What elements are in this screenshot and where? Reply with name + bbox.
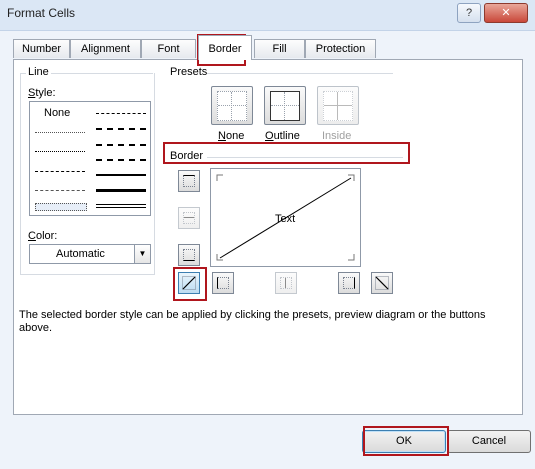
line-style-dash-dot-dot[interactable]	[35, 171, 85, 172]
line-style-medium-dash-dot[interactable]	[96, 144, 146, 146]
preset-none-icon	[217, 91, 247, 121]
border-left-icon	[217, 277, 229, 289]
diagonal-up-icon	[182, 276, 196, 290]
line-style-hair[interactable]	[35, 132, 85, 133]
preset-none-button[interactable]	[211, 86, 253, 125]
border-right-button[interactable]	[338, 272, 360, 294]
help-button[interactable]: ?	[457, 3, 481, 23]
border-label: Border	[168, 150, 206, 162]
ok-button[interactable]: OK	[362, 430, 446, 453]
preset-outline-label: Outline	[265, 130, 300, 142]
border-bottom-button[interactable]	[178, 244, 200, 266]
close-button[interactable]: ✕	[484, 3, 528, 23]
tab-font[interactable]: Font	[141, 39, 196, 58]
border-inside-horizontal-icon	[183, 212, 195, 224]
tab-alignment[interactable]: Alignment	[70, 39, 141, 58]
diagonal-down-icon	[375, 276, 389, 290]
preset-outline-button[interactable]	[264, 86, 306, 125]
color-value: Automatic	[56, 248, 105, 260]
line-style-dash-dot[interactable]	[35, 190, 85, 191]
border-diagonal-up-button[interactable]	[178, 272, 200, 294]
presets-rule	[207, 73, 393, 74]
border-right-icon	[343, 277, 355, 289]
presets-label: Presets	[168, 66, 210, 78]
line-style-double[interactable]	[96, 204, 146, 208]
line-style-medium[interactable]	[96, 174, 146, 176]
line-style-thin-selected[interactable]	[35, 203, 87, 211]
border-inside-horizontal-button[interactable]	[178, 207, 200, 229]
border-top-button[interactable]	[178, 170, 200, 192]
preset-inside-icon	[323, 91, 353, 121]
preset-none-label: None	[218, 130, 245, 142]
tab-border[interactable]: Border	[198, 35, 252, 60]
border-inside-vertical-icon	[280, 277, 292, 289]
preset-outline-icon	[270, 91, 300, 121]
line-style-dotted[interactable]	[35, 151, 85, 152]
tab-protection[interactable]: Protection	[305, 39, 376, 58]
preview-text: Text	[275, 213, 296, 225]
line-style-medium-dash-dot-dot[interactable]	[96, 113, 146, 114]
line-style-thick[interactable]	[96, 189, 146, 192]
line-style-medium-dashed[interactable]	[96, 159, 146, 161]
title-bar: Format Cells ? ✕	[0, 0, 535, 31]
border-top-icon	[183, 175, 195, 187]
style-none-label: None	[44, 107, 71, 119]
window-title: Format Cells	[7, 6, 76, 20]
preset-inside-button[interactable]	[317, 86, 359, 125]
tab-fill[interactable]: Fill	[254, 39, 305, 58]
border-preview[interactable]: Text	[210, 168, 361, 267]
border-description: The selected border style can be applied…	[19, 309, 486, 334]
line-group-label: Line	[26, 66, 51, 78]
color-label: Color:	[28, 230, 58, 242]
color-dropdown[interactable]: Automatic ▼	[29, 244, 151, 264]
line-style-list[interactable]: None	[29, 101, 151, 216]
preset-inside-label: Inside	[322, 130, 352, 142]
cancel-button[interactable]: Cancel	[447, 430, 531, 453]
border-bottom-icon	[183, 249, 195, 261]
chevron-down-icon[interactable]: ▼	[134, 245, 150, 263]
style-label: Style:	[28, 87, 56, 99]
border-rule	[207, 157, 403, 158]
border-left-button[interactable]	[212, 272, 234, 294]
line-style-slant-dash-dot[interactable]	[96, 128, 146, 130]
border-inside-vertical-button[interactable]	[275, 272, 297, 294]
border-diagonal-down-button[interactable]	[371, 272, 393, 294]
tab-number[interactable]: Number	[13, 39, 70, 58]
